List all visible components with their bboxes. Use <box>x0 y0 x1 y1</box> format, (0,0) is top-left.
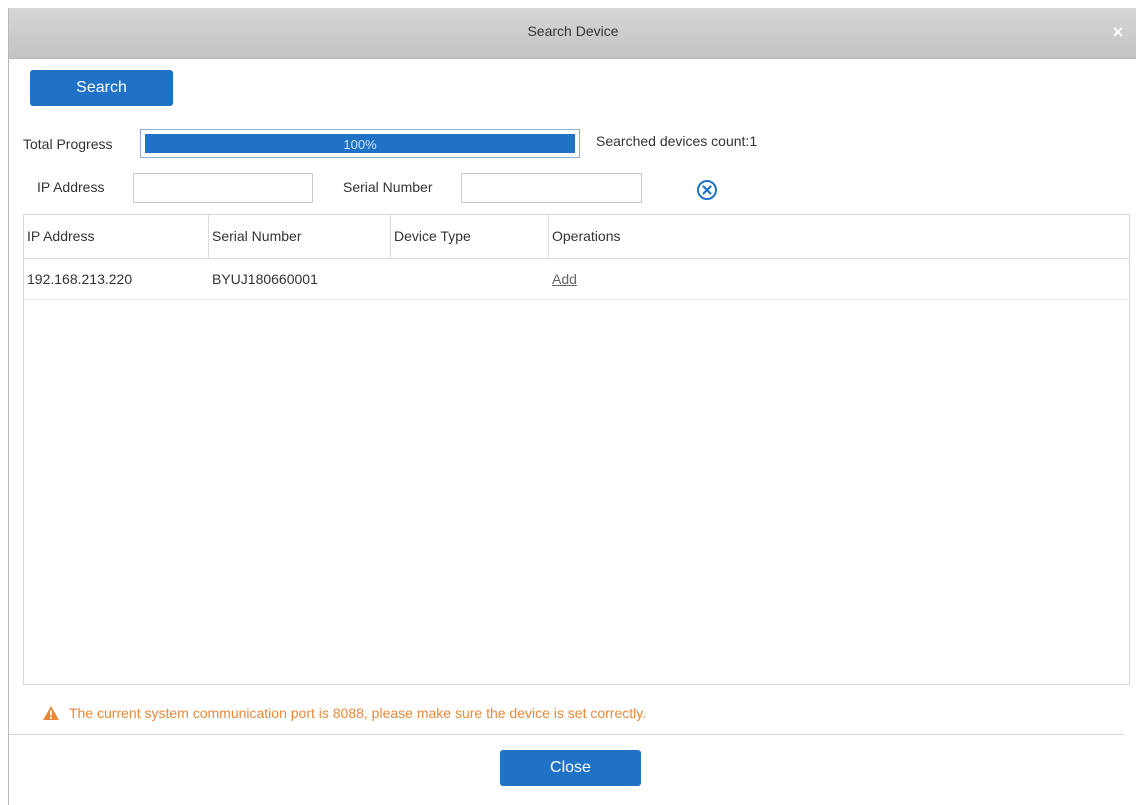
dialog-title-bar: Search Device × <box>9 8 1136 59</box>
table-row: 192.168.213.220 BYUJ180660001 Add <box>24 259 1129 300</box>
port-notice: The current system communication port is… <box>42 703 646 723</box>
column-header-ip[interactable]: IP Address <box>24 215 209 258</box>
search-button[interactable]: Search <box>30 70 173 106</box>
total-progress-label: Total Progress <box>23 136 113 152</box>
cell-ip: 192.168.213.220 <box>27 271 133 287</box>
cell-serial: BYUJ180660001 <box>212 271 318 287</box>
serial-number-label: Serial Number <box>343 179 433 195</box>
clear-filter-icon[interactable] <box>696 179 718 201</box>
progress-percent: 100% <box>343 137 377 152</box>
port-notice-text: The current system communication port is… <box>69 705 647 721</box>
search-device-dialog: Search Device × Search Total Progress 10… <box>8 8 1136 805</box>
cell-operations: Add <box>549 259 749 299</box>
device-table: IP Address Serial Number Device Type Ope… <box>23 214 1130 685</box>
table-header: IP Address Serial Number Device Type Ope… <box>24 215 1129 259</box>
close-icon[interactable]: × <box>1107 21 1129 43</box>
column-header-operations[interactable]: Operations <box>549 215 1129 258</box>
progress-bar: 100% <box>140 129 580 158</box>
searched-count: Searched devices count:1 <box>596 133 758 149</box>
add-device-link[interactable]: Add <box>552 271 577 287</box>
dialog-title: Search Device <box>527 23 619 39</box>
close-button[interactable]: Close <box>500 750 641 786</box>
cell-device-type <box>391 259 549 299</box>
column-header-type[interactable]: Device Type <box>391 215 549 258</box>
warning-icon <box>43 706 59 720</box>
column-header-serial[interactable]: Serial Number <box>209 215 391 258</box>
ip-address-input[interactable] <box>133 173 313 203</box>
serial-number-input[interactable] <box>461 173 642 203</box>
ip-address-label: IP Address <box>37 179 105 195</box>
footer-divider <box>9 734 1124 735</box>
